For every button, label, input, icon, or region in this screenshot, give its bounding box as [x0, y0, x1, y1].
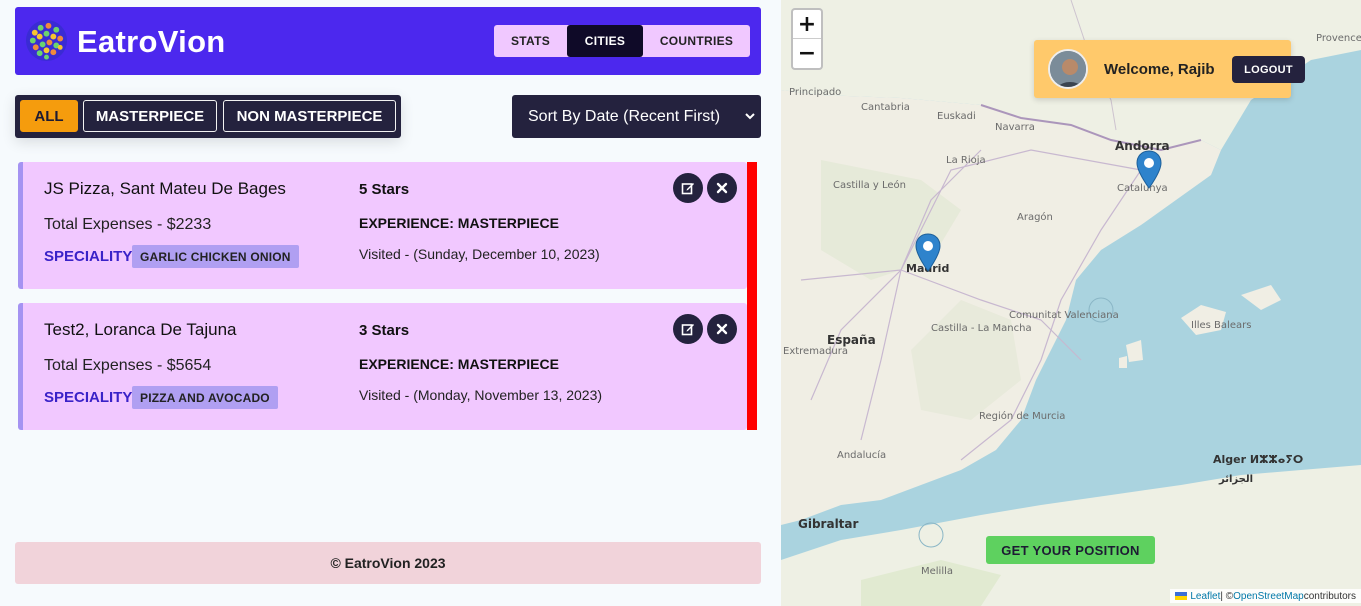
scroll-indicator [747, 162, 757, 430]
get-position-button[interactable]: GET YOUR POSITION [986, 536, 1155, 564]
close-icon [716, 323, 728, 335]
map-label-murcia: Región de Murcia [979, 411, 1066, 422]
filter-non-masterpiece-button[interactable]: NON MASTERPIECE [223, 100, 396, 132]
app-header: EatroVion STATS CITIES COUNTRIES [15, 7, 761, 75]
city-stars: 3 Stars [359, 322, 410, 339]
map-label-comunitat: Comunitat Valenciana [1009, 310, 1119, 321]
tab-countries[interactable]: COUNTRIES [643, 25, 750, 57]
sort-select-value: Sort By Date (Recent First) [528, 107, 721, 125]
left-panel: EatroVion STATS CITIES COUNTRIES ALL MAS… [0, 0, 781, 606]
map-label-illes-balears: Illes Balears [1191, 320, 1252, 331]
nav-tabs: STATS CITIES COUNTRIES [494, 25, 750, 57]
city-title: Test2, Loranca De Tajuna [44, 320, 237, 339]
ukraine-flag-icon [1175, 592, 1188, 600]
logout-button[interactable]: LOGOUT [1232, 56, 1305, 83]
city-card[interactable]: Test2, Loranca De Tajuna Total Expenses … [18, 303, 747, 430]
tab-cities[interactable]: CITIES [567, 25, 643, 57]
speciality-label: SPECIALITY: [44, 389, 137, 406]
footer: © EatroVion 2023 [15, 542, 761, 584]
filter-masterpiece-button[interactable]: MASTERPIECE [83, 100, 217, 132]
edit-button[interactable] [673, 314, 703, 344]
map-marker-icon[interactable] [915, 233, 941, 273]
map-label-navarra: Navarra [995, 122, 1035, 133]
city-list: JS Pizza, Sant Mateu De Bages Total Expe… [18, 162, 757, 430]
city-experience: EXPERIENCE: MASTERPIECE [359, 215, 559, 231]
map[interactable]: Andorra Catalunya Madrid España Gibralta… [781, 0, 1361, 606]
city-card[interactable]: JS Pizza, Sant Mateu De Bages Total Expe… [18, 162, 747, 289]
map-label-castilla-leon: Castilla y León [833, 180, 906, 191]
map-label-andalucia: Andalucía [837, 450, 887, 461]
map-label-melilla: Melilla [921, 566, 954, 577]
city-title: JS Pizza, Sant Mateu De Bages [44, 179, 286, 198]
close-icon [716, 182, 728, 194]
map-label-castilla-mancha: Castilla - La Mancha [931, 323, 1032, 334]
speciality-tag: PIZZA AND AVOCADO [132, 386, 278, 409]
city-visited: Visited - (Monday, November 13, 2023) [359, 387, 603, 403]
sort-select[interactable]: Sort By Date (Recent First) [512, 95, 761, 138]
app-name: EatroVion [77, 24, 226, 59]
edit-icon [681, 183, 694, 195]
delete-button[interactable] [707, 314, 737, 344]
city-visited: Visited - (Sunday, December 10, 2023) [359, 246, 600, 262]
map-label-extremadura: Extremadura [783, 346, 848, 357]
avatar-photo [1050, 51, 1086, 87]
map-attribution: Leaflet | © OpenStreetMap contributors [1170, 589, 1361, 603]
city-experience: EXPERIENCE: MASTERPIECE [359, 356, 559, 372]
logo-icon [25, 19, 68, 62]
map-label-aragon: Aragón [1017, 212, 1053, 223]
filter-all-button[interactable]: ALL [20, 100, 78, 132]
map-label-alger: Alger ⵍⵣⵣⴰⵢⵔ [1213, 453, 1304, 466]
welcome-text: Welcome, Rajib [1104, 61, 1215, 78]
zoom-control: + − [791, 8, 823, 70]
delete-button[interactable] [707, 173, 737, 203]
map-marker-icon[interactable] [1136, 150, 1162, 190]
map-label-alger-arabic: الجزائر [1219, 474, 1254, 485]
attribution-separator: | © [1220, 590, 1234, 602]
filter-bar: ALL MASTERPIECE NON MASTERPIECE [15, 95, 401, 138]
leaflet-link[interactable]: Leaflet [1190, 591, 1220, 602]
map-label-gibraltar: Gibraltar [798, 517, 859, 531]
map-label-euskadi: Euskadi [937, 111, 976, 122]
map-label-principado: Principado [789, 87, 842, 98]
chevron-down-icon [745, 113, 755, 120]
attribution-contributors: contributors [1303, 590, 1356, 602]
map-label-espana: España [827, 333, 876, 347]
tab-stats[interactable]: STATS [494, 25, 567, 57]
zoom-out-button[interactable]: − [793, 39, 821, 68]
city-stars: 5 Stars [359, 181, 410, 198]
map-label-provence: Provence [1316, 33, 1361, 44]
osm-link[interactable]: OpenStreetMap [1233, 591, 1304, 602]
avatar [1048, 49, 1088, 89]
user-panel: Welcome, Rajib LOGOUT [1034, 40, 1305, 98]
city-expenses: Total Expenses - $5654 [44, 357, 212, 374]
map-label-cantabria: Cantabria [861, 102, 910, 113]
city-expenses: Total Expenses - $2233 [44, 216, 212, 233]
speciality-tag: GARLIC CHICKEN ONION [132, 245, 299, 268]
edit-button[interactable] [673, 173, 703, 203]
map-label-la-rioja: La Rioja [946, 155, 986, 166]
zoom-in-button[interactable]: + [793, 10, 821, 39]
speciality-label: SPECIALITY: [44, 248, 137, 265]
edit-icon [681, 324, 694, 336]
